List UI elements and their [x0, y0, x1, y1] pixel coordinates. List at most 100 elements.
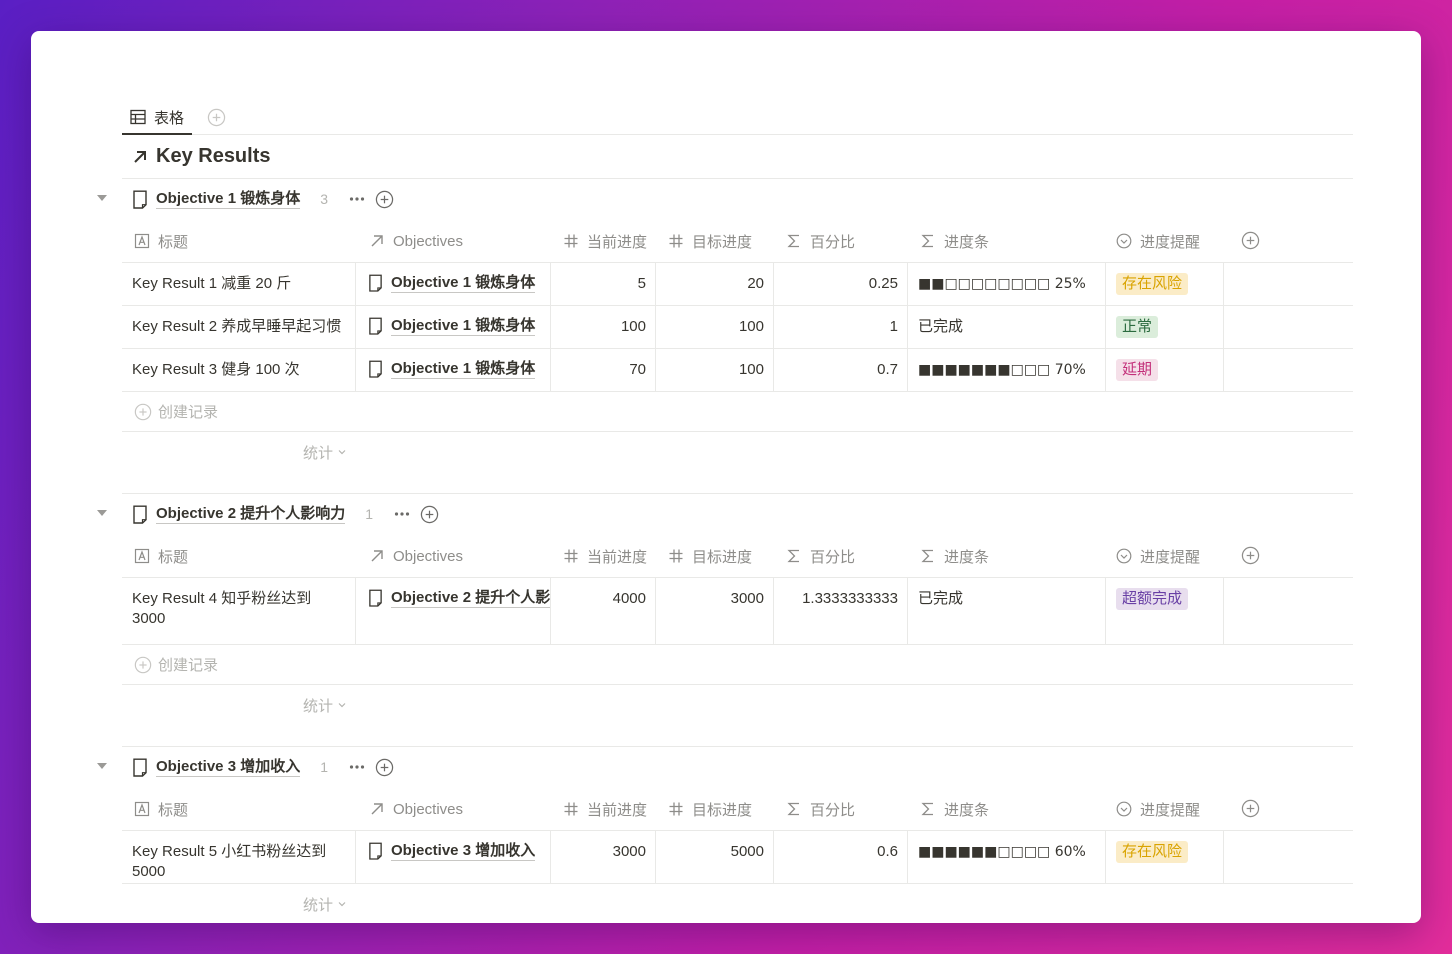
col-header-target[interactable]: 目标进度 — [668, 534, 752, 578]
tab-table-view[interactable]: 表格 — [122, 101, 193, 135]
table-row[interactable]: Key Result 2 养成早睡早起习惯 Objective 1 锻炼身体 100… — [122, 306, 1353, 349]
col-header-percent[interactable]: 百分比 — [786, 787, 855, 831]
cell-target[interactable]: 5000 — [656, 831, 774, 883]
relation-link[interactable]: Objective 1 锻炼身体 — [391, 317, 536, 336]
cell-empty[interactable] — [1224, 349, 1353, 391]
table-row[interactable]: Key Result 1 减重 20 斤 Objective 1 锻炼身体 5 20 0… — [122, 263, 1353, 306]
cell-reminder[interactable]: 正常 — [1106, 306, 1224, 348]
cell-empty[interactable] — [1224, 263, 1353, 305]
collapse-caret-icon[interactable] — [97, 510, 107, 516]
cell-progress-bar[interactable]: 已完成 — [908, 578, 1106, 644]
cell-current[interactable]: 70 — [551, 349, 656, 391]
cell-empty[interactable] — [1224, 578, 1353, 644]
cell-objective[interactable]: Objective 2 提升个人影响力 — [356, 578, 551, 644]
cell-percent[interactable]: 0.25 — [774, 263, 908, 305]
col-header-objectives[interactable]: Objectives — [369, 219, 463, 263]
more-options-icon[interactable] — [393, 505, 411, 523]
cell-current[interactable]: 100 — [551, 306, 656, 348]
table-row[interactable]: Key Result 3 健身 100 次 Objective 1 锻炼身体 70 1… — [122, 349, 1353, 392]
add-view-icon[interactable] — [207, 108, 226, 127]
col-header-target[interactable]: 目标进度 — [668, 219, 752, 263]
statistics-dropdown[interactable]: 统计 — [303, 884, 347, 923]
cell-reminder[interactable]: 存在风险 — [1106, 263, 1224, 305]
cell-progress-bar[interactable]: ■■■■■■■□□□ 70% — [908, 349, 1106, 391]
add-record-icon[interactable] — [420, 505, 439, 524]
cell-percent[interactable]: 0.7 — [774, 349, 908, 391]
create-record-button[interactable]: 创建记录 — [122, 645, 1353, 685]
column-label: 进度条 — [944, 233, 990, 251]
formula-icon — [787, 549, 799, 563]
cell-progress-bar[interactable]: ■■■■■■□□□□ 60% — [908, 831, 1106, 883]
cell-empty[interactable] — [1224, 306, 1353, 348]
col-header-reminder[interactable]: 进度提醒 — [1116, 787, 1200, 831]
col-header-current[interactable]: 当前进度 — [563, 787, 647, 831]
col-header-title[interactable]: 标题 — [134, 219, 188, 263]
cell-percent[interactable]: 1.3333333333 — [774, 578, 908, 644]
page-icon — [369, 274, 382, 292]
cell-target[interactable]: 100 — [656, 306, 774, 348]
cell-target[interactable]: 3000 — [656, 578, 774, 644]
relation-link[interactable]: Objective 1 锻炼身体 — [391, 274, 536, 293]
cell-progress-bar[interactable]: 已完成 — [908, 306, 1106, 348]
col-header-title[interactable]: 标题 — [134, 787, 188, 831]
cell-target[interactable]: 100 — [656, 349, 774, 391]
col-header-reminder[interactable]: 进度提醒 — [1116, 219, 1200, 263]
cell-title[interactable]: Key Result 4 知乎粉丝达到 3000 — [122, 578, 356, 644]
col-header-target[interactable]: 目标进度 — [668, 787, 752, 831]
cell-objective[interactable]: Objective 1 锻炼身体 — [356, 263, 551, 305]
statistics-dropdown[interactable]: 统计 — [303, 685, 347, 725]
cell-reminder[interactable]: 存在风险 — [1106, 831, 1224, 883]
cell-title[interactable]: Key Result 2 养成早睡早起习惯 — [122, 306, 356, 348]
table-row[interactable]: Key Result 4 知乎粉丝达到 3000 Objective 2 提升个人… — [122, 578, 1353, 645]
relation-link[interactable]: Objective 2 提升个人影响力 — [391, 589, 550, 608]
group-title[interactable]: Objective 2 提升个人影响力 — [156, 505, 346, 524]
cell-current[interactable]: 3000 — [551, 831, 656, 883]
cell-progress-bar[interactable]: ■■□□□□□□□□ 25% — [908, 263, 1106, 305]
collapse-caret-icon[interactable] — [97, 195, 107, 201]
col-header-objectives[interactable]: Objectives — [369, 787, 463, 831]
cell-percent[interactable]: 1 — [774, 306, 908, 348]
more-options-icon[interactable] — [348, 758, 366, 776]
relation-icon — [371, 550, 383, 562]
group-title[interactable]: Objective 3 增加收入 — [156, 758, 301, 777]
cell-current[interactable]: 4000 — [551, 578, 656, 644]
number-icon — [564, 234, 578, 248]
col-header-progress-bar[interactable]: 进度条 — [920, 787, 989, 831]
col-header-current[interactable]: 当前进度 — [563, 219, 647, 263]
relation-icon — [371, 235, 383, 247]
cell-current[interactable]: 5 — [551, 263, 656, 305]
col-header-percent[interactable]: 百分比 — [786, 219, 855, 263]
cell-reminder[interactable]: 延期 — [1106, 349, 1224, 391]
cell-title[interactable]: Key Result 5 小红书粉丝达到 5000 — [122, 831, 356, 883]
add-record-icon[interactable] — [375, 758, 394, 777]
add-column-icon[interactable] — [1241, 546, 1260, 565]
col-header-percent[interactable]: 百分比 — [786, 534, 855, 578]
col-header-objectives[interactable]: Objectives — [369, 534, 463, 578]
cell-title[interactable]: Key Result 3 健身 100 次 — [122, 349, 356, 391]
cell-target[interactable]: 20 — [656, 263, 774, 305]
create-record-button[interactable]: 创建记录 — [122, 392, 1353, 432]
table-row[interactable]: Key Result 5 小红书粉丝达到 5000 Objective 3 增加收… — [122, 831, 1353, 884]
cell-reminder[interactable]: 超额完成 — [1106, 578, 1224, 644]
cell-objective[interactable]: Objective 1 锻炼身体 — [356, 306, 551, 348]
col-header-progress-bar[interactable]: 进度条 — [920, 219, 989, 263]
col-header-title[interactable]: 标题 — [134, 534, 188, 578]
add-column-icon[interactable] — [1241, 231, 1260, 250]
group-title[interactable]: Objective 1 锻炼身体 — [156, 190, 301, 209]
cell-objective[interactable]: Objective 1 锻炼身体 — [356, 349, 551, 391]
cell-empty[interactable] — [1224, 831, 1353, 883]
relation-link[interactable]: Objective 3 增加收入 — [391, 842, 536, 861]
add-column-icon[interactable] — [1241, 799, 1260, 818]
col-header-progress-bar[interactable]: 进度条 — [920, 534, 989, 578]
relation-link[interactable]: Objective 1 锻炼身体 — [391, 360, 536, 379]
col-header-reminder[interactable]: 进度提醒 — [1116, 534, 1200, 578]
cell-title[interactable]: Key Result 1 减重 20 斤 — [122, 263, 356, 305]
cell-percent[interactable]: 0.6 — [774, 831, 908, 883]
more-options-icon[interactable] — [348, 190, 366, 208]
statistics-dropdown[interactable]: 统计 — [303, 432, 347, 472]
col-header-current[interactable]: 当前进度 — [563, 534, 647, 578]
column-label: 目标进度 — [692, 233, 753, 251]
cell-objective[interactable]: Objective 3 增加收入 — [356, 831, 551, 883]
add-record-icon[interactable] — [375, 190, 394, 209]
collapse-caret-icon[interactable] — [97, 763, 107, 769]
